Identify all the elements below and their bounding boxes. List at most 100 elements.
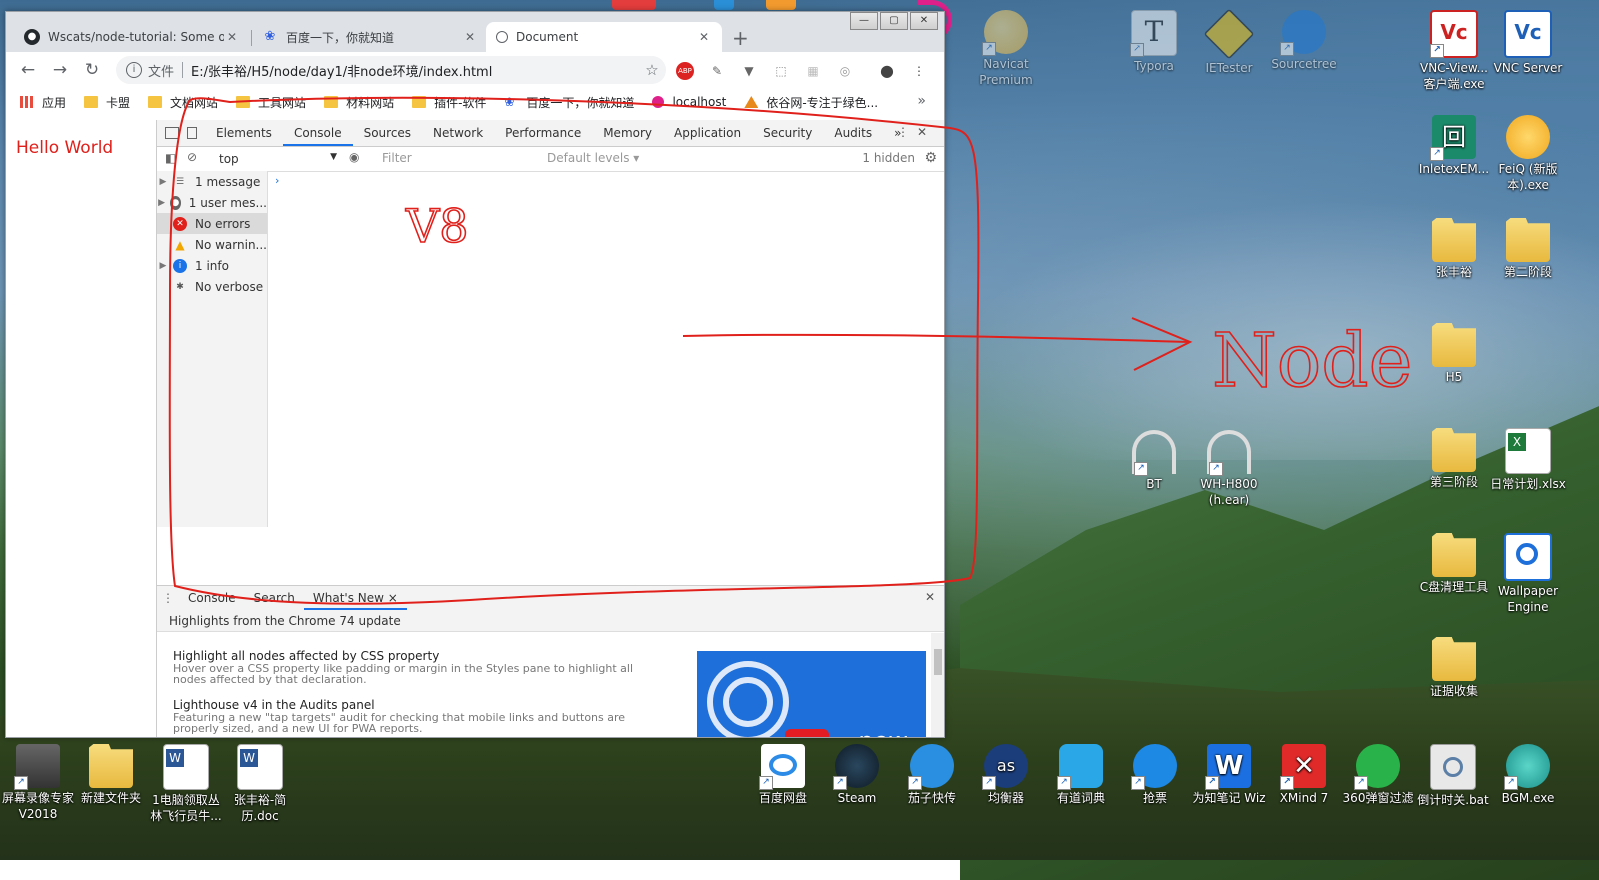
desktop-icon-c-cleaner[interactable]: C盘清理工具 [1416, 533, 1492, 595]
sidebar-item-warnings[interactable]: ▲ No warnin... [157, 234, 267, 255]
sidebar-item-info[interactable]: ▶ i 1 info [157, 255, 267, 276]
desktop-icon-bgm[interactable]: ↗ BGM.exe [1490, 744, 1566, 806]
sidebar-item-errors[interactable]: ✕ No errors [157, 213, 267, 234]
desktop-icon-steam[interactable]: ↗ Steam [819, 744, 895, 806]
sidebar-item-user-messages[interactable]: ▶ ● 1 user mes... [157, 192, 267, 213]
desktop-icon-vnc-viewer[interactable]: Vc ↗ VNC-View... 客户端.exe [1416, 10, 1492, 92]
desktop-icon-xmind[interactable]: ✕ ↗ XMind 7 [1266, 744, 1342, 806]
close-icon[interactable]: ✕ [462, 30, 478, 44]
bookmark-folder[interactable]: 材料网站 [324, 94, 394, 111]
youtube-play-icon[interactable] [785, 729, 829, 737]
bookmarks-overflow-icon[interactable]: » [917, 93, 926, 109]
url-text[interactable]: E:/张丰裕/H5/node/day1/非node环境/index.html [191, 61, 638, 80]
desktop-icon-wiz[interactable]: W ↗ 为知笔记 Wiz [1191, 744, 1267, 806]
desktop-icon-feiq[interactable]: FeiQ (新版本).exe [1490, 115, 1566, 193]
new-tab-button[interactable]: + [732, 26, 749, 50]
close-icon[interactable]: ✕ [696, 30, 712, 44]
desktop-icon-sourcetree[interactable]: ↗ Sourcetree [1266, 10, 1342, 72]
desktop-icon-folder-stage3[interactable]: 第三阶段 [1416, 428, 1492, 490]
profile-icon[interactable]: ● [878, 62, 896, 80]
desktop-icon-wh-h800[interactable]: ↗ WH-H800 (h.ear) [1191, 430, 1267, 508]
devtools-tab-application[interactable]: Application [663, 120, 752, 146]
bookmark-folder[interactable]: 插件-软件 [412, 94, 486, 111]
desktop-icon-popup-filter[interactable]: ↗ 360弹窗过滤 [1340, 744, 1416, 806]
expand-arrow-icon[interactable]: ▶ [157, 177, 169, 187]
bookmark-baidu[interactable]: ❀ 百度一下，你就知道 [504, 94, 634, 111]
desktop-icon-ticket[interactable]: ↗ 抢票 [1117, 744, 1193, 806]
desktop-icon-qiezi[interactable]: ↗ 茄子快传 [894, 744, 970, 806]
pdf-extension-icon[interactable]: ⬚ [772, 62, 790, 80]
desktop-icon-navicat[interactable]: ↗ Navicat Premium [968, 10, 1044, 88]
close-drawer-icon[interactable]: ✕ [925, 590, 935, 604]
devtools-tab-audits[interactable]: Audits [823, 120, 883, 146]
devtools-menu[interactable]: ⋮✕ [897, 125, 935, 139]
close-icon[interactable]: ✕ [917, 125, 935, 139]
menu-icon[interactable]: ⋮ [910, 62, 928, 80]
clear-console-icon[interactable]: ⊘ [187, 150, 197, 164]
gear-icon[interactable]: ⚙ [924, 150, 937, 166]
tab-document[interactable]: Document ✕ [486, 22, 722, 52]
whats-new-video-thumbnail[interactable]: new [697, 651, 926, 737]
devtools-tab-memory[interactable]: Memory [592, 120, 663, 146]
address-bar[interactable]: i 文件 E:/张丰裕/H5/node/day1/非node环境/index.h… [116, 56, 666, 84]
whats-new-item[interactable]: Lighthouse v4 in the Audits panel Featur… [173, 698, 663, 734]
close-icon[interactable]: × [388, 591, 398, 605]
sidebar-item-messages[interactable]: ▶ ☰ 1 message [157, 171, 267, 192]
desktop-icon-inletex[interactable]: 回 ↗ InletexEM... [1416, 115, 1492, 177]
desktop-icon-folder-h5[interactable]: H5 [1416, 323, 1492, 385]
device-toolbar-icon[interactable] [187, 127, 197, 139]
desktop-icon-equalizer[interactable]: as ↗ 均衡器 [968, 744, 1044, 806]
tab-baidu[interactable]: ❀ 百度一下，你就知道 ✕ [252, 22, 488, 52]
desktop-icon-excel[interactable]: X 日常计划.xlsx [1490, 428, 1566, 492]
drawer-tab-search[interactable]: Search [245, 586, 304, 610]
tab-github[interactable]: ● Wscats/node-tutorial: Some o ✕ [14, 22, 250, 52]
bookmark-folder[interactable]: 文档网站 [148, 94, 218, 111]
desktop-icon-wallpaper-engine[interactable]: Wallpaper Engine [1490, 533, 1566, 615]
bookmark-folder[interactable]: 卡盟 [84, 94, 130, 111]
bookmark-star-icon[interactable]: ☆ [638, 61, 666, 79]
filter-input[interactable]: Filter [375, 150, 543, 168]
scrollbar-thumb[interactable] [934, 649, 942, 675]
close-window-icon[interactable]: ✕ [910, 12, 938, 30]
devtools-tab-security[interactable]: Security [752, 120, 823, 146]
drawer-tab-console[interactable]: Console [179, 586, 245, 610]
vue-devtools-icon[interactable]: ▼ [740, 62, 758, 80]
forward-icon[interactable]: → [44, 60, 76, 80]
desktop-icon-bt[interactable]: ↗ BT [1116, 430, 1192, 492]
desktop-icon-word-resume[interactable]: W 张丰裕-简历.doc [222, 744, 298, 824]
desktop-icon-bat[interactable]: 倒计时关.bat [1415, 744, 1491, 808]
leaf-extension-icon[interactable]: ✎ [708, 62, 726, 80]
desktop-icon-word-doc1[interactable]: W 1电脑领取丛林飞行员牛... [148, 744, 224, 824]
devtools-tab-elements[interactable]: Elements [205, 120, 283, 146]
expand-arrow-icon[interactable]: ▶ [157, 261, 169, 271]
info-icon[interactable]: i [126, 62, 142, 78]
close-icon[interactable]: ✕ [224, 30, 240, 44]
devtools-tab-network[interactable]: Network [422, 120, 494, 146]
desktop-icon-typora[interactable]: T ↗ Typora [1116, 10, 1192, 74]
console-prompt[interactable]: › [275, 174, 279, 187]
drawer-tab-whats-new[interactable]: What's New × [303, 586, 407, 610]
sidebar-item-verbose[interactable]: ✱ No verbose [157, 276, 267, 297]
bookmark-folder[interactable]: 工具网站 [236, 94, 306, 111]
desktop-icon-screen-recorder[interactable]: ↗ 屏幕录像专家 V2018 [0, 744, 76, 822]
desktop-icon-youdao[interactable]: ↗ 有道词典 [1043, 744, 1119, 806]
eye-icon[interactable]: ◉ [349, 150, 359, 164]
extension-icon[interactable]: ▦ [804, 62, 822, 80]
maximize-icon[interactable]: ▢ [880, 12, 908, 30]
bookmark-localhost[interactable]: localhost [652, 95, 726, 109]
expand-arrow-icon[interactable]: ▶ [157, 198, 166, 208]
inspect-icon[interactable] [165, 127, 179, 139]
scrollbar[interactable] [931, 633, 944, 737]
desktop-icon-vnc-server[interactable]: Vc VNC Server [1490, 10, 1566, 76]
devtools-tab-performance[interactable]: Performance [494, 120, 592, 146]
log-levels-dropdown[interactable]: Default levels ▾ [547, 151, 639, 165]
reload-icon[interactable]: ↻ [76, 60, 108, 80]
adblock-icon[interactable]: ABP [676, 62, 694, 80]
whats-new-item[interactable]: Highlight all nodes affected by CSS prop… [173, 649, 663, 685]
desktop-icon-folder-zfy[interactable]: 张丰裕 [1416, 218, 1492, 280]
kebab-icon[interactable]: ⋮ [157, 591, 179, 605]
desktop-icon-ietester[interactable]: IETester [1191, 8, 1267, 76]
devtools-tab-console[interactable]: Console [282, 120, 353, 146]
devtools-tab-sources[interactable]: Sources [353, 120, 422, 146]
back-icon[interactable]: ← [12, 60, 44, 80]
